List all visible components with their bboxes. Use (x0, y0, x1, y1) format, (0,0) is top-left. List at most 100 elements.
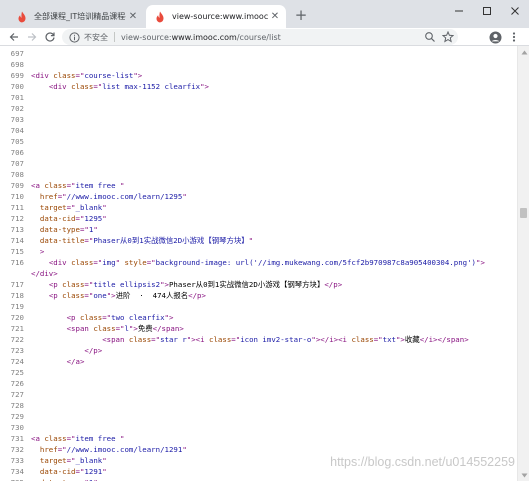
attribute-name-token: class (209, 335, 232, 344)
html-tag-token: =" (373, 335, 383, 344)
source-line: 706 (0, 147, 517, 158)
close-icon[interactable]: ✕ (126, 10, 140, 24)
attribute-value-token: txt (382, 335, 396, 344)
html-tag-token: "> (133, 71, 143, 80)
attribute-value-token: one (93, 291, 107, 300)
attribute-name-token: data-title (39, 236, 85, 245)
line-number: 703 (10, 115, 24, 124)
source-line: 707 (0, 158, 517, 169)
menu-button[interactable] (506, 29, 522, 45)
reload-button[interactable] (42, 29, 58, 45)
source-line: 712 data-cid="1295" (0, 213, 517, 224)
html-tag-token: </a> (66, 357, 85, 366)
html-tag-token: =" (66, 181, 76, 190)
attribute-name-token: data-type (39, 225, 80, 234)
address-bar[interactable]: 不安全 view-source:www.imooc.com/course/lis… (62, 29, 458, 45)
html-tag-token: </span> (437, 335, 469, 344)
zoom-icon[interactable] (424, 31, 436, 43)
line-code: <div class="img" style="background-image… (31, 257, 485, 268)
line-number: 722 (10, 335, 24, 344)
source-line: 713 data-type="1" (0, 224, 517, 235)
line-number: 719 (10, 302, 24, 311)
source-line: 724 </a> (0, 356, 517, 367)
html-tag-token: <span (102, 335, 129, 344)
line-number: 697 (10, 49, 24, 58)
html-tag-token: =" (66, 456, 76, 465)
imooc-flame-icon (156, 11, 164, 22)
triangle-up-icon (521, 50, 527, 54)
line-code: <div class="list max-1152 clearfix"> (31, 81, 209, 92)
forward-button[interactable] (24, 29, 40, 45)
scroll-down-button[interactable] (518, 469, 529, 481)
attribute-value-token: list max-1152 clearfix (102, 82, 201, 91)
tab-course-list[interactable]: 全部课程_IT培训精品课程-慕课网 ✕ (8, 5, 144, 28)
html-tag-token: "> (160, 280, 169, 289)
html-tag-token: " (102, 214, 107, 223)
minimize-icon (455, 10, 463, 12)
watermark: https://blog.csdn.net/u014552259 (330, 455, 515, 469)
html-tag-token: </i> (419, 335, 438, 344)
text-token: 进阶 · 474人报名 (115, 291, 189, 300)
scroll-up-button[interactable] (518, 46, 529, 58)
html-tag-token: <div (48, 258, 72, 267)
url-prefix: view-source: (121, 32, 172, 42)
source-line: 729 (0, 411, 517, 422)
source-line: </div> (0, 268, 517, 279)
new-tab-button[interactable]: + (292, 7, 310, 25)
html-tag-token: =" (57, 192, 67, 201)
line-code: data-cid="1291" (31, 466, 107, 477)
divider (114, 32, 115, 42)
close-icon[interactable]: ✕ (268, 10, 282, 24)
html-tag-token: </p> (324, 280, 343, 289)
line-code: target="_blank" (31, 202, 107, 213)
html-tag-token: =" (84, 236, 94, 245)
line-code: <a class="item free " (31, 180, 124, 191)
star-bookmark-icon[interactable] (442, 31, 454, 43)
line-number: 705 (10, 137, 24, 146)
html-tag-token: </p> (84, 346, 103, 355)
source-line: 721 <span class="l">免费</span> (0, 323, 517, 334)
triangle-down-icon (521, 473, 527, 477)
line-number: 709 (10, 181, 24, 190)
omnibox-actions (424, 31, 454, 43)
source-line: 711 target="_blank" (0, 202, 517, 213)
info-icon[interactable] (69, 31, 80, 43)
close-window-button[interactable] (501, 0, 529, 22)
line-number: 726 (10, 379, 24, 388)
html-tag-token: " (93, 225, 98, 234)
vertical-scrollbar[interactable] (517, 46, 529, 481)
text-token: Phaser从0到1实战微信2D小游戏【钢琴方块】 (168, 280, 325, 289)
profile-button[interactable] (487, 29, 503, 45)
attribute-value-token: //www.imooc.com/learn/1291 (66, 445, 183, 454)
attribute-value-token: //www.imooc.com/learn/1295 (66, 192, 183, 201)
line-code: </div> (31, 268, 58, 279)
attribute-value-token: icon imv2-star-o (240, 335, 312, 344)
source-viewport[interactable]: 697 698 699 <div class="course-list"> 700 <d… (0, 46, 517, 481)
attribute-name-token: class (71, 82, 94, 91)
line-number: 711 (10, 203, 24, 212)
back-button[interactable] (6, 29, 22, 45)
attribute-value-token: Phaser从0到1实战微信2D小游戏【钢琴方块】 (93, 236, 249, 245)
html-tag-token: " (120, 181, 125, 190)
html-tag-token: "> (164, 313, 174, 322)
tab-view-source[interactable]: view-source:www.imooc.com/ ✕ (146, 5, 286, 28)
maximize-button[interactable] (473, 0, 501, 22)
attribute-name-token: class (44, 434, 67, 443)
scrollbar-thumb[interactable] (520, 208, 527, 218)
source-line: 717 <p class="title ellipsis2">Phaser从0到… (0, 279, 517, 290)
html-tag-token: " (120, 434, 125, 443)
source-line: 720 <p class="two clearfix"> (0, 312, 517, 323)
maximize-icon (483, 7, 491, 15)
source-line: 701 (0, 92, 517, 103)
line-number: 721 (10, 324, 24, 333)
html-tag-token: </i> (320, 335, 339, 344)
line-number: 707 (10, 159, 24, 168)
html-tag-token: <div (31, 71, 54, 80)
minimize-button[interactable] (445, 0, 473, 22)
html-tag-token: </span> (152, 324, 184, 333)
